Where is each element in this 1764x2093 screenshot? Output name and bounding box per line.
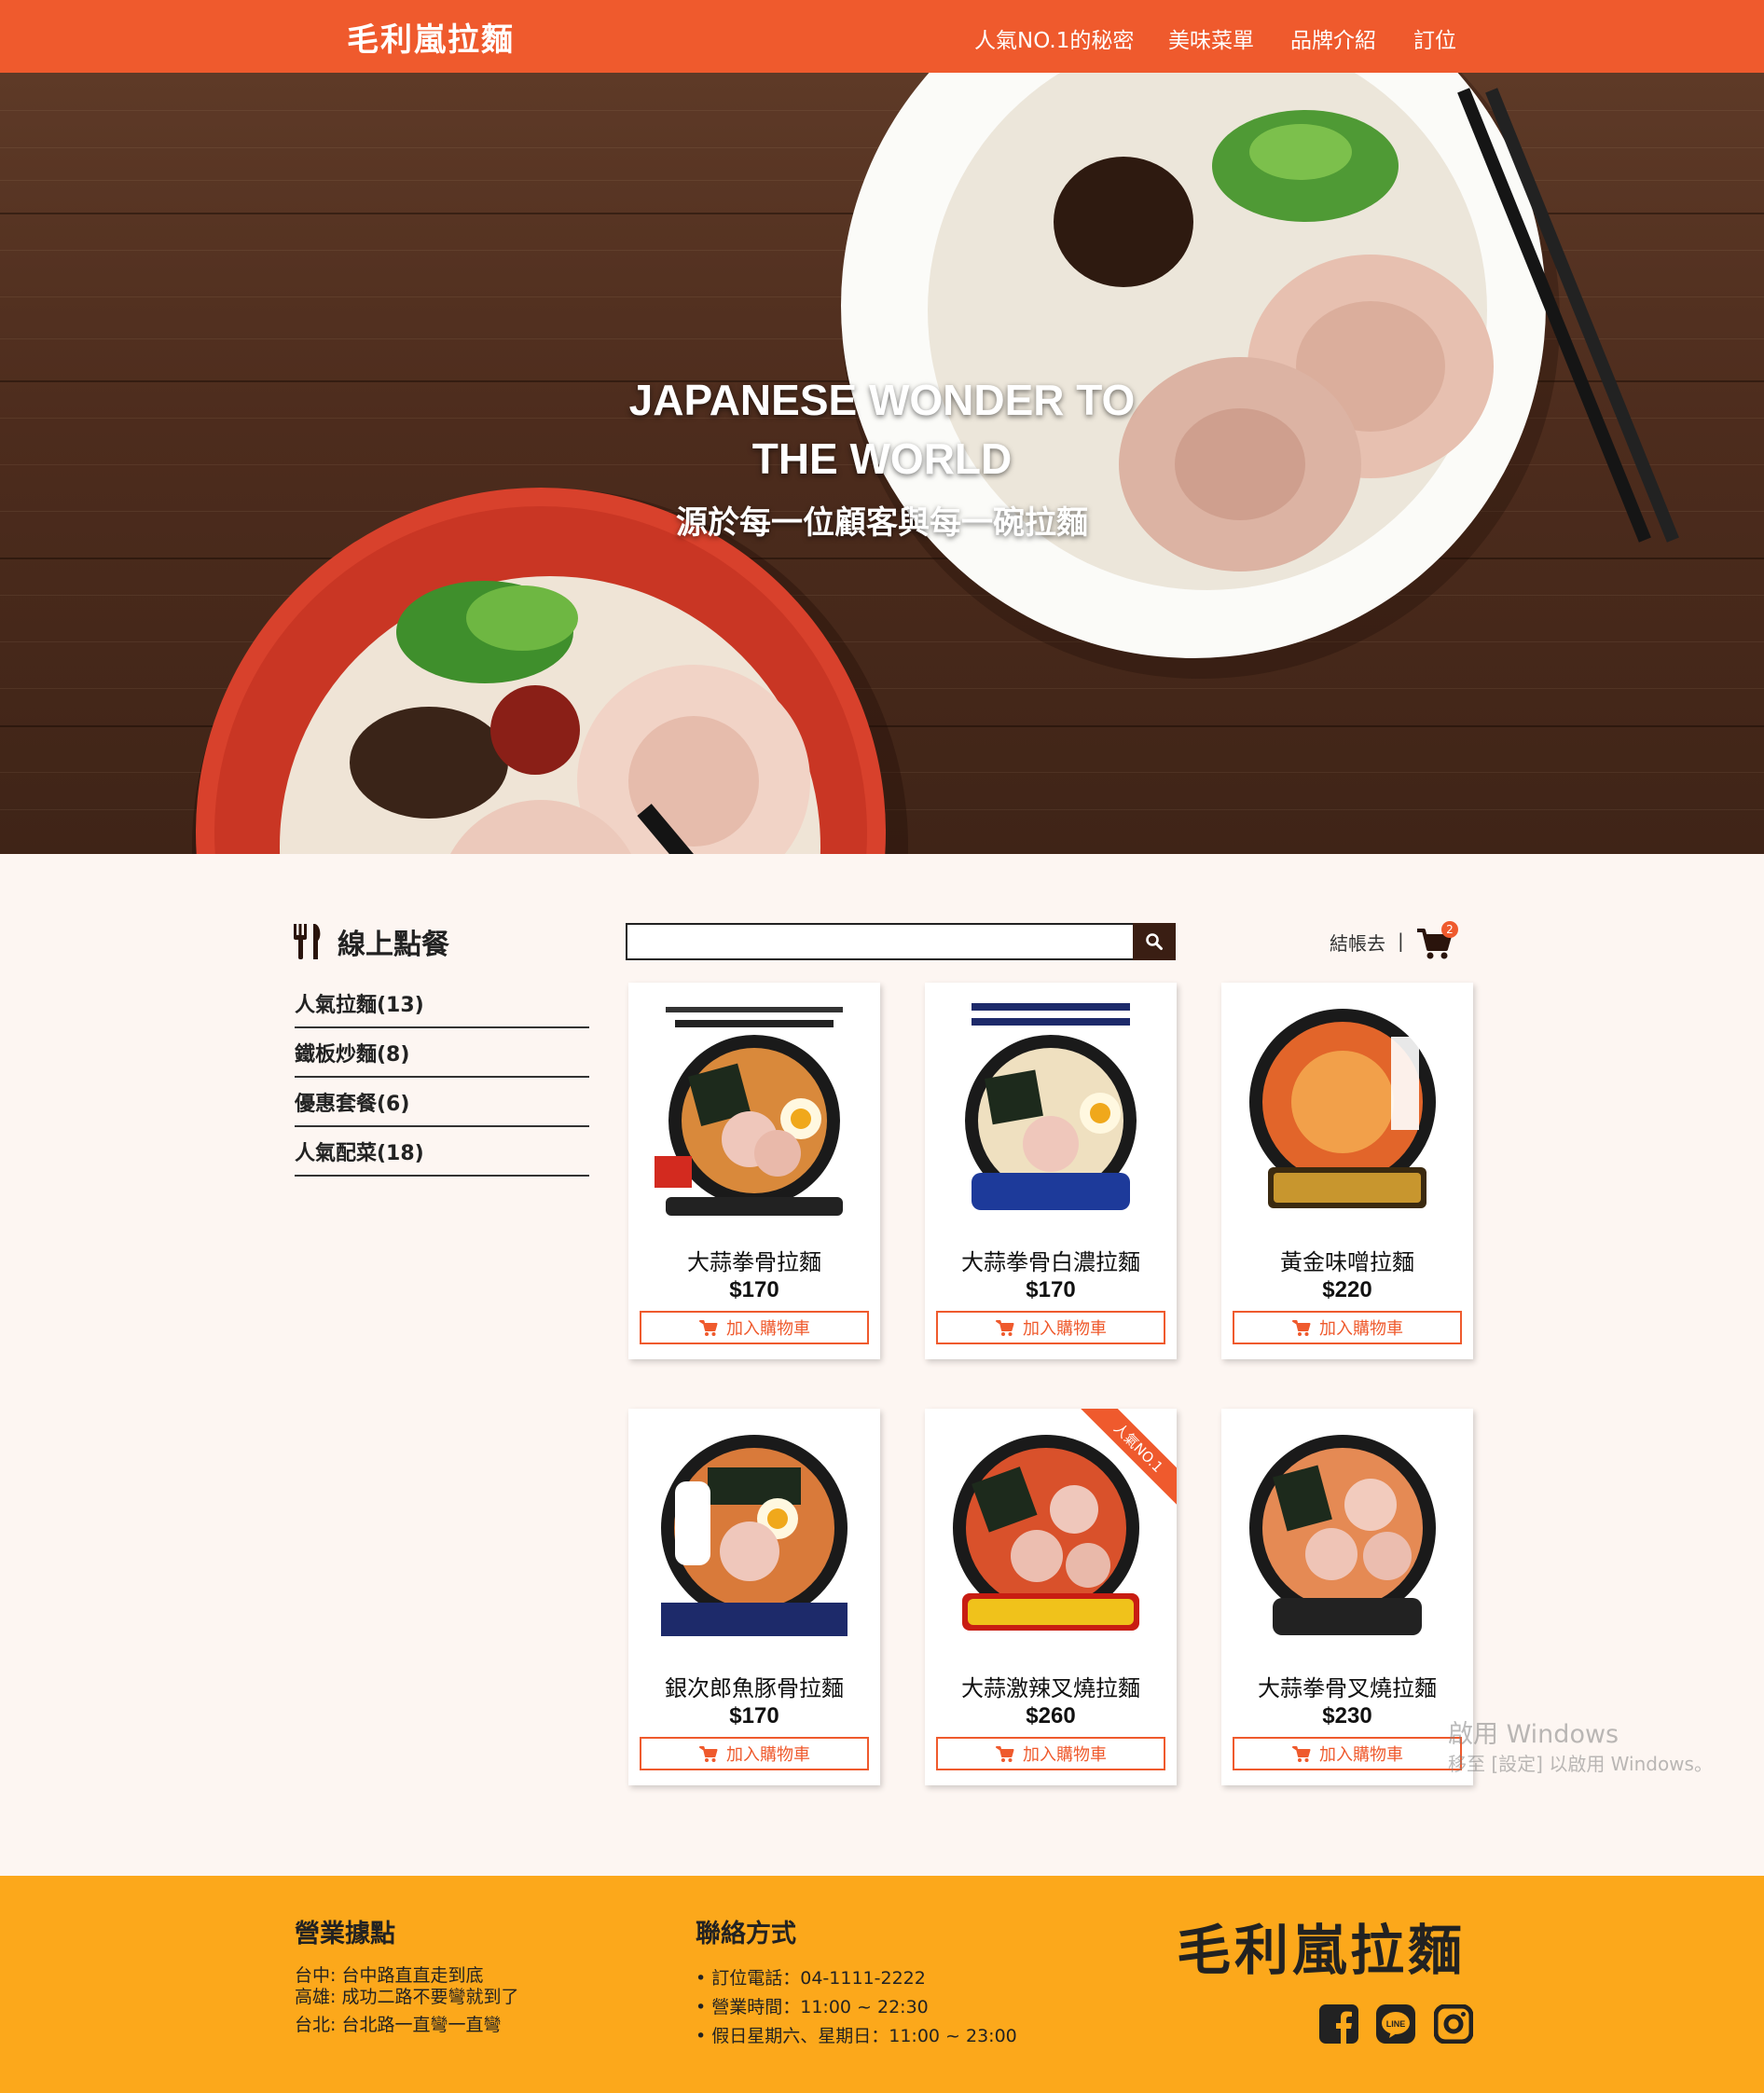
product-name: 大蒜拳骨白濃拉麵 [961,1249,1140,1275]
line-icon[interactable]: LINE [1376,2004,1415,2044]
search-input[interactable] [626,923,1133,960]
product-price: $170 [729,1277,779,1302]
nav-link-menu[interactable]: 美味菜單 [1168,22,1254,54]
product-image-garlic-tonkotsu [655,1003,852,1216]
product-card: 大蒜拳骨拉麵 $170 加入購物車 [628,983,880,1359]
location-kaohsiung: 高雄: 成功二路不要彎就到了 [295,1987,519,2007]
cart-icon [1292,1320,1311,1336]
product-name: 大蒜拳骨叉燒拉麵 [1258,1675,1437,1701]
windows-activation-title: 啟用 Windows [1448,1720,1619,1749]
product-price: $220 [1322,1277,1372,1302]
checkout-separator: | [1398,929,1404,952]
add-to-cart-button[interactable]: 加入購物車 [1233,1737,1462,1770]
cart-button[interactable]: 2 [1415,921,1458,960]
add-to-cart-label: 加入購物車 [1023,1319,1107,1339]
hero-title-line2: THE WORLD [751,434,1013,483]
product-name: 大蒜拳骨拉麵 [687,1249,821,1275]
add-to-cart-label: 加入購物車 [1319,1745,1403,1765]
hero-banner: JAPANESE WONDER TO THE WORLD 源於每一位顧客與每一碗… [0,73,1764,854]
add-to-cart-label: 加入購物車 [726,1319,810,1339]
locations-title: 營業據點 [295,1920,395,1948]
cart-icon [1292,1746,1311,1762]
location-taipei: 台北: 台北路一直彎一直彎 [295,2015,502,2035]
product-card: 黃金味噌拉麵 $220 加入購物車 [1221,983,1473,1359]
contact-phone: • 訂位電話：04-1111-2222 [696,1968,926,1989]
add-to-cart-button[interactable]: 加入購物車 [936,1311,1165,1344]
product-image-golden-miso [1249,1009,1436,1208]
nav-link-secret[interactable]: 人氣NO.1的秘密 [974,22,1134,54]
product-name: 黃金味噌拉麵 [1280,1249,1414,1275]
contact-weekend-hours: • 假日星期六、星期日：11:00 ~ 23:00 [696,2026,1017,2046]
hero-title: JAPANESE WONDER TO THE WORLD [602,371,1162,489]
contact-title: 聯絡方式 [696,1920,796,1948]
category-side-dishes[interactable]: 人氣配菜(18) [295,1127,589,1177]
add-to-cart-button[interactable]: 加入購物車 [1233,1311,1462,1344]
windows-activation-text: 移至 [設定] 以啟用 Windows。 [1448,1753,1713,1775]
category-popular-ramen[interactable]: 人氣拉麵(13) [295,979,589,1028]
product-price: $230 [1322,1703,1372,1728]
brand-logo[interactable]: 毛利嵐拉麵 [347,14,515,60]
product-card: 人氣NO.1 大蒜激辣叉燒拉麵 $260 加入購物車 [925,1409,1177,1785]
product-card: 銀次郎魚豚骨拉麵 $170 加入購物車 [628,1409,880,1785]
add-to-cart-label: 加入購物車 [726,1745,810,1765]
cart-icon [699,1746,718,1762]
hero-title-line1: JAPANESE WONDER TO [628,376,1136,424]
svg-text:LINE: LINE [1386,2019,1406,2029]
order-title-text: 線上點餐 [338,929,449,961]
product-price: $260 [1026,1703,1076,1728]
product-image-garlic-white-tonkotsu [965,1003,1137,1210]
facebook-icon[interactable] [1319,2004,1358,2044]
search-icon [1146,933,1163,950]
add-to-cart-label: 加入購物車 [1023,1745,1107,1765]
add-to-cart-button[interactable]: 加入購物車 [640,1311,869,1344]
cart-icon [699,1320,718,1336]
product-image-garlic-chashu [1249,1435,1436,1635]
product-price: $170 [1026,1277,1076,1302]
cart-icon [996,1746,1014,1762]
checkout-link[interactable]: 結帳去 [1330,929,1385,956]
product-name: 大蒜激辣叉燒拉麵 [961,1675,1140,1701]
add-to-cart-button[interactable]: 加入購物車 [640,1737,869,1770]
search-bar [626,923,1176,960]
product-card: 大蒜拳骨叉燒拉麵 $230 加入購物車 [1221,1409,1473,1785]
hero-subtitle: 源於每一位顧客與每一碗拉麵 [676,504,1088,542]
add-to-cart-label: 加入購物車 [1319,1319,1403,1339]
product-image-ginjiro-fish-pork [661,1435,848,1636]
instagram-icon[interactable] [1434,2004,1473,2044]
add-to-cart-button[interactable]: 加入購物車 [936,1737,1165,1770]
search-button[interactable] [1133,923,1176,960]
order-section-title: 線上點餐 [293,921,449,962]
top-navbar: 毛利嵐拉麵 人氣NO.1的秘密 美味菜單 品牌介紹 訂位 [0,0,1764,73]
product-name: 銀次郎魚豚骨拉麵 [665,1675,844,1701]
category-combo-deals[interactable]: 優惠套餐(6) [295,1078,589,1127]
product-price: $170 [729,1703,779,1728]
category-teppan-noodles[interactable]: 鐵板炒麵(8) [295,1028,589,1078]
product-card: 大蒜拳骨白濃拉麵 $170 加入購物車 [925,983,1177,1359]
footer-brand: 毛利嵐拉麵 [1177,1919,1467,1982]
utensils-icon [294,924,321,959]
cart-count-badge: 2 [1441,921,1458,938]
nav-link-brand[interactable]: 品牌介紹 [1290,22,1376,54]
contact-hours: • 營業時間：11:00 ~ 22:30 [696,1997,929,2017]
cart-icon [996,1320,1014,1336]
nav-link-reservation[interactable]: 訂位 [1413,22,1456,54]
